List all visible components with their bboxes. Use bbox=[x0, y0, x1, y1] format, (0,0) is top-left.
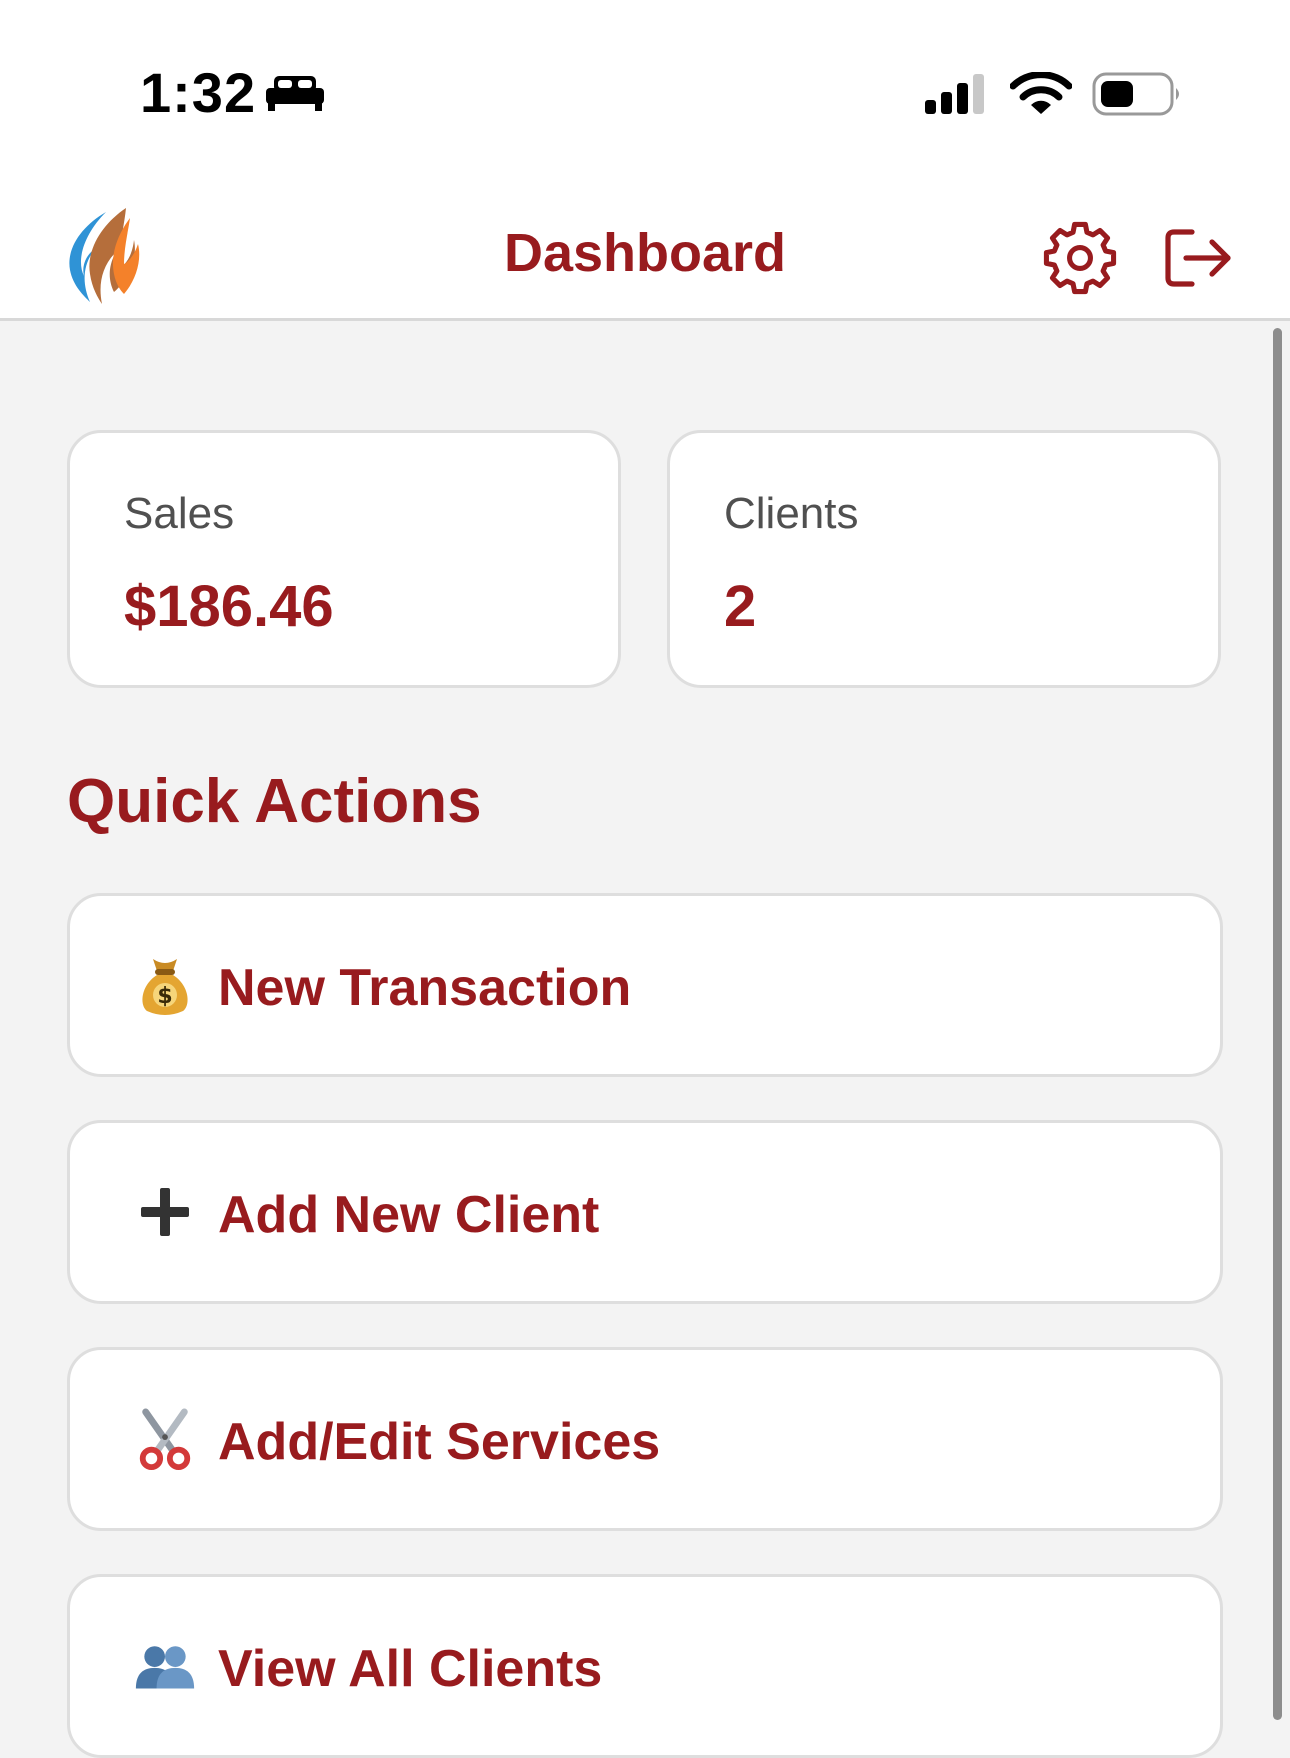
svg-text:$: $ bbox=[157, 984, 172, 1009]
settings-button[interactable] bbox=[1040, 220, 1120, 300]
add-new-client-button[interactable]: Add New Client bbox=[67, 1120, 1223, 1304]
app-header: Dashboard bbox=[0, 190, 1290, 321]
new-transaction-label: New Transaction bbox=[218, 959, 632, 1017]
logout-icon bbox=[1162, 226, 1234, 295]
status-time: 1:32 bbox=[140, 61, 257, 124]
money-bag-icon: $ bbox=[134, 951, 196, 1019]
logout-button[interactable] bbox=[1158, 220, 1238, 300]
quick-actions-title: Quick Actions bbox=[67, 767, 482, 836]
plus-icon bbox=[134, 1178, 196, 1246]
sales-value: $186.46 bbox=[124, 574, 334, 639]
wifi-icon bbox=[1009, 71, 1073, 121]
two-users-icon bbox=[134, 1632, 196, 1700]
clients-stat-card: Clients 2 bbox=[667, 430, 1221, 688]
sales-stat-card: Sales $186.46 bbox=[67, 430, 621, 688]
battery-icon bbox=[1092, 72, 1184, 121]
clients-label: Clients bbox=[724, 489, 859, 538]
sales-label: Sales bbox=[124, 489, 235, 538]
add-new-client-label: Add New Client bbox=[218, 1186, 600, 1244]
view-all-clients-button[interactable]: View All Clients bbox=[67, 1574, 1223, 1758]
gear-icon bbox=[1042, 220, 1118, 301]
dashboard-content[interactable]: Sales $186.46 Clients 2 Quick Actions $ … bbox=[0, 321, 1290, 1758]
clients-value: 2 bbox=[724, 574, 757, 639]
new-transaction-button[interactable]: $ New Transaction bbox=[67, 893, 1223, 1077]
add-edit-services-label: Add/Edit Services bbox=[218, 1413, 661, 1471]
cellular-signal-icon bbox=[925, 74, 989, 119]
scissors-icon bbox=[134, 1405, 196, 1473]
view-all-clients-label: View All Clients bbox=[218, 1640, 603, 1698]
scrollbar[interactable] bbox=[1273, 328, 1282, 1720]
status-bar: 1:32 bbox=[0, 0, 1290, 190]
bed-icon bbox=[264, 72, 326, 117]
add-edit-services-button[interactable]: Add/Edit Services bbox=[67, 1347, 1223, 1531]
